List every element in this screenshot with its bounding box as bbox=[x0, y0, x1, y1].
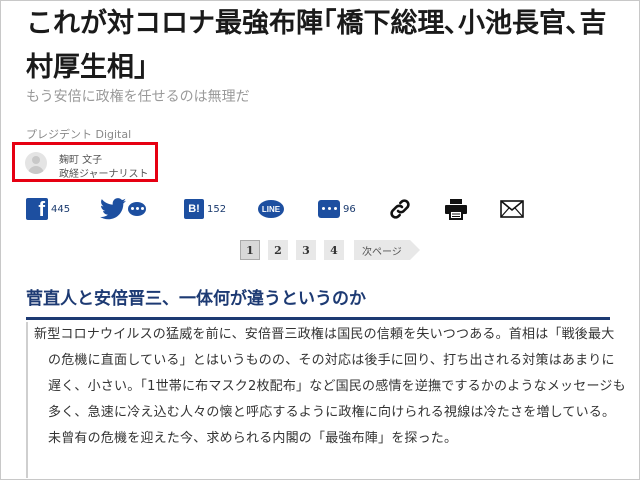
twitter-share-button[interactable] bbox=[100, 196, 146, 222]
author-box[interactable]: 麹町 文子 政経ジャーナリスト bbox=[12, 142, 158, 182]
comment-icon bbox=[318, 200, 340, 218]
page-4-button[interactable]: 4 bbox=[324, 240, 344, 260]
mail-icon bbox=[500, 200, 524, 218]
line-icon: LINE bbox=[258, 200, 284, 218]
link-icon bbox=[390, 199, 410, 219]
line-share-button[interactable]: LINE bbox=[258, 196, 284, 222]
next-page-button[interactable]: 次ページ bbox=[354, 240, 420, 260]
section-heading: 菅直人と安倍晋三、一体何が違うというのか bbox=[26, 284, 610, 320]
pagination: 1 2 3 4 次ページ bbox=[240, 240, 420, 260]
facebook-icon: f bbox=[26, 198, 48, 221]
page-1-button[interactable]: 1 bbox=[240, 240, 260, 260]
facebook-share-button[interactable]: f 445 bbox=[26, 196, 70, 222]
comment-count: 96 bbox=[343, 203, 356, 215]
mail-button[interactable] bbox=[500, 196, 524, 222]
author-role: 政経ジャーナリスト bbox=[59, 169, 149, 180]
print-icon bbox=[445, 199, 467, 220]
facebook-count: 445 bbox=[51, 203, 71, 215]
page-subtitle: もう安倍に政権を任せるのは無理だ bbox=[26, 89, 250, 105]
twitter-more-icon[interactable] bbox=[128, 202, 146, 216]
author-avatar bbox=[25, 152, 47, 174]
author-name[interactable]: 麹町 文子 bbox=[59, 151, 102, 166]
page-3-button[interactable]: 3 bbox=[296, 240, 316, 260]
copy-link-button[interactable] bbox=[388, 196, 412, 222]
page-2-button[interactable]: 2 bbox=[268, 240, 288, 260]
hatena-bookmark-icon: B! bbox=[184, 199, 204, 219]
hatena-bookmark-button[interactable]: B! 152 bbox=[184, 196, 226, 222]
hatena-count: 152 bbox=[207, 203, 227, 215]
page-title: これが対コロナ最強布陣｢橋下総理､小池長官､吉村厚生相｣ bbox=[26, 8, 607, 83]
lead-paragraph: 新型コロナウイルスの猛威を前に、安倍晋三政権は国民の信頼を失いつつある。首相は「… bbox=[34, 327, 626, 446]
twitter-icon bbox=[100, 198, 126, 220]
print-button[interactable] bbox=[444, 196, 468, 222]
comment-button[interactable]: 96 bbox=[318, 196, 356, 222]
publisher-name[interactable]: プレジデント Digital bbox=[26, 126, 131, 142]
lead-left-rule bbox=[26, 322, 28, 478]
